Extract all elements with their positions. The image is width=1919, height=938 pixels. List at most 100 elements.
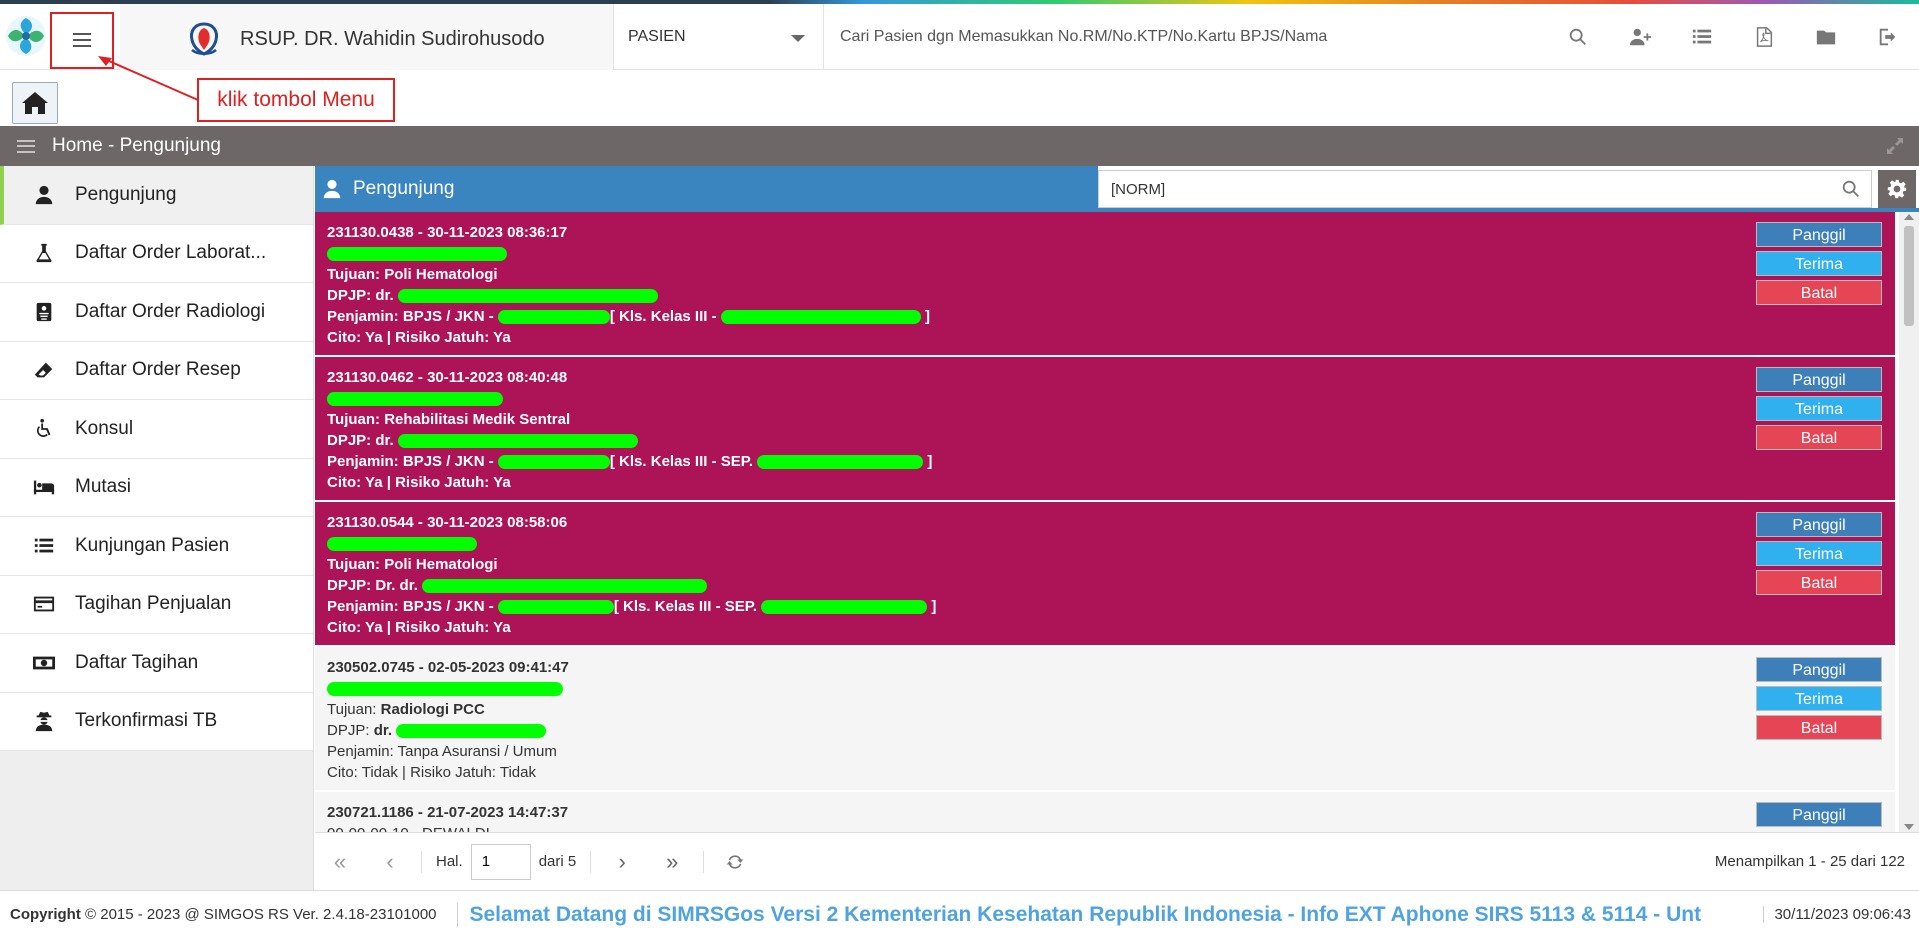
- annotation-label: klik tombol Menu: [197, 78, 395, 122]
- app-root: RSUP. DR. Wahidin Sudirohusodo PASIEN Ca…: [0, 0, 1919, 938]
- sidebar-item-label: Daftar Tagihan: [75, 651, 199, 673]
- visit-header: 231130.0544 - 30-11-2023 08:58:06: [327, 514, 568, 531]
- folder-icon: [1816, 30, 1836, 45]
- panggil-button[interactable]: Panggil: [1756, 512, 1882, 537]
- gear-icon: [1887, 179, 1907, 199]
- terima-button[interactable]: Terima: [1756, 251, 1882, 276]
- panggil-button[interactable]: Panggil: [1756, 367, 1882, 392]
- pager-separator: [590, 850, 592, 873]
- list-button[interactable]: [1671, 4, 1733, 70]
- last-page-button[interactable]: »: [647, 833, 697, 891]
- page-number-input[interactable]: [470, 843, 531, 880]
- visit-destination: Tujuan: Poli Hematologi: [327, 556, 498, 573]
- list-item[interactable]: 230721.1186 - 21-07-2023 14:47:37 00-00-…: [315, 792, 1895, 832]
- redaction-mark: [757, 455, 924, 470]
- panggil-button[interactable]: Panggil: [1756, 802, 1882, 827]
- list-scrollbar[interactable]: [1899, 212, 1919, 832]
- row-actions: Panggil: [1756, 802, 1882, 831]
- scroll-thumb[interactable]: [1904, 226, 1914, 326]
- sidebar-item-kunjungan-pasien[interactable]: Kunjungan Pasien: [0, 517, 313, 576]
- visit-header: 230721.1186 - 21-07-2023 14:47:37: [327, 804, 569, 821]
- batal-button[interactable]: Batal: [1756, 570, 1882, 595]
- list-item[interactable]: 231130.0544 - 30-11-2023 08:58:06 Tujuan…: [315, 502, 1895, 647]
- scroll-down-icon[interactable]: [1904, 824, 1914, 830]
- batal-button[interactable]: Batal: [1756, 425, 1882, 450]
- sidebar-item-daftar-tagihan[interactable]: Daftar Tagihan: [0, 634, 313, 693]
- hospital-logo-icon: [190, 22, 218, 56]
- eraser-icon: [34, 362, 53, 378]
- current-datetime: 30/11/2023 09:06:43: [1763, 906, 1911, 923]
- pdf-button[interactable]: [1733, 4, 1795, 70]
- sidebar-item-label: Daftar Order Radiologi: [75, 300, 266, 322]
- redaction-mark: [422, 579, 708, 594]
- home-icon: [22, 92, 48, 114]
- sidebar-item-pengunjung[interactable]: Pengunjung: [0, 166, 313, 225]
- visit-doctor: DPJP: dr.: [327, 285, 1895, 306]
- logout-button[interactable]: [1857, 4, 1919, 70]
- visitor-list: 231130.0438 - 30-11-2023 08:36:17 Tujuan…: [315, 212, 1895, 832]
- hamburger-icon: [17, 139, 35, 153]
- panggil-button[interactable]: Panggil: [1756, 657, 1882, 682]
- list-item[interactable]: 230502.0745 - 02-05-2023 09:41:47 Tujuan…: [315, 647, 1895, 792]
- bed-icon: [33, 480, 55, 495]
- home-button[interactable]: [12, 82, 58, 124]
- settings-button[interactable]: [1878, 170, 1916, 208]
- norm-filter-input[interactable]: [1098, 170, 1872, 208]
- sidebar-item-tagihan-penjualan[interactable]: Tagihan Penjualan: [0, 575, 313, 634]
- sidebar-item-label: Pengunjung: [75, 183, 177, 205]
- chevron-right-icon: ›: [618, 848, 626, 874]
- visit-doctor: DPJP: dr.: [327, 720, 1895, 741]
- wheelchair-icon: [37, 418, 51, 437]
- folder-button[interactable]: [1795, 4, 1857, 70]
- next-page-button[interactable]: ›: [597, 833, 647, 891]
- visit-destination: Tujuan: Rehabilitasi Medik Sentral: [327, 411, 571, 428]
- search-category-select[interactable]: PASIEN: [614, 4, 824, 70]
- terima-button[interactable]: Terima: [1756, 541, 1882, 566]
- batal-button[interactable]: Batal: [1756, 280, 1882, 305]
- sidebar-item-order-resep[interactable]: Daftar Order Resep: [0, 341, 313, 400]
- redaction-mark: [497, 455, 610, 470]
- list-item[interactable]: 231130.0462 - 30-11-2023 08:40:48 Tujuan…: [315, 357, 1895, 502]
- batal-button[interactable]: Batal: [1756, 715, 1882, 740]
- pdf-file-icon: [1756, 27, 1773, 47]
- caret-down-icon: [791, 35, 805, 42]
- visit-doctor: DPJP: Dr. dr.: [327, 575, 1895, 596]
- refresh-button[interactable]: [710, 833, 760, 891]
- panggil-button[interactable]: Panggil: [1756, 222, 1882, 247]
- sidebar-item-mutasi[interactable]: Mutasi: [0, 458, 313, 517]
- search-button[interactable]: [1547, 4, 1609, 70]
- sidebar-item-terkonfirmasi-tb[interactable]: Terkonfirmasi TB: [0, 692, 313, 751]
- sidebar-item-label: Konsul: [75, 417, 134, 439]
- first-page-button[interactable]: «: [315, 833, 365, 891]
- redaction-mark: [327, 682, 563, 697]
- patient-search-input[interactable]: [826, 16, 1546, 58]
- page-label: Hal.: [436, 853, 463, 870]
- redaction-mark: [327, 537, 477, 552]
- breadcrumb: Home - Pengunjung: [52, 135, 221, 156]
- sidebar-item-konsul[interactable]: Konsul: [0, 400, 313, 459]
- sidebar-item-label: Kunjungan Pasien: [75, 534, 230, 556]
- visit-destination: Tujuan: Poli Hematologi: [327, 266, 498, 283]
- prev-page-button[interactable]: ‹: [365, 833, 415, 891]
- terima-button[interactable]: Terima: [1756, 396, 1882, 421]
- scroll-up-icon[interactable]: [1904, 214, 1914, 220]
- list-item[interactable]: 231130.0438 - 30-11-2023 08:36:17 Tujuan…: [315, 212, 1895, 357]
- row-actions: Panggil Terima Batal: [1756, 222, 1882, 309]
- redaction-mark: [396, 724, 547, 739]
- search-icon[interactable]: [1840, 178, 1862, 200]
- terima-button[interactable]: Terima: [1756, 686, 1882, 711]
- expand-icon[interactable]: [1885, 136, 1905, 156]
- sidebar-item-order-lab[interactable]: Daftar Order Laborat...: [0, 224, 313, 283]
- sidebar-item-order-radiologi[interactable]: Daftar Order Radiologi: [0, 283, 313, 342]
- visit-doctor: DPJP: dr.: [327, 430, 1895, 451]
- add-patient-button[interactable]: [1609, 4, 1671, 70]
- breadcrumb-menu-button[interactable]: [0, 126, 52, 166]
- page-total: dari 5: [538, 853, 577, 870]
- visit-flags: Cito: Ya | Risiko Jatuh: Ya: [327, 474, 511, 491]
- menu-toggle-button[interactable]: [50, 12, 114, 68]
- app-logo[interactable]: [4, 14, 48, 58]
- patient-name: [327, 243, 1895, 264]
- redaction-mark: [327, 247, 507, 262]
- announcement-marquee: Selamat Datang di SIMRSGos Versi 2 Kemen…: [456, 902, 1727, 927]
- logout-icon: [1879, 28, 1896, 46]
